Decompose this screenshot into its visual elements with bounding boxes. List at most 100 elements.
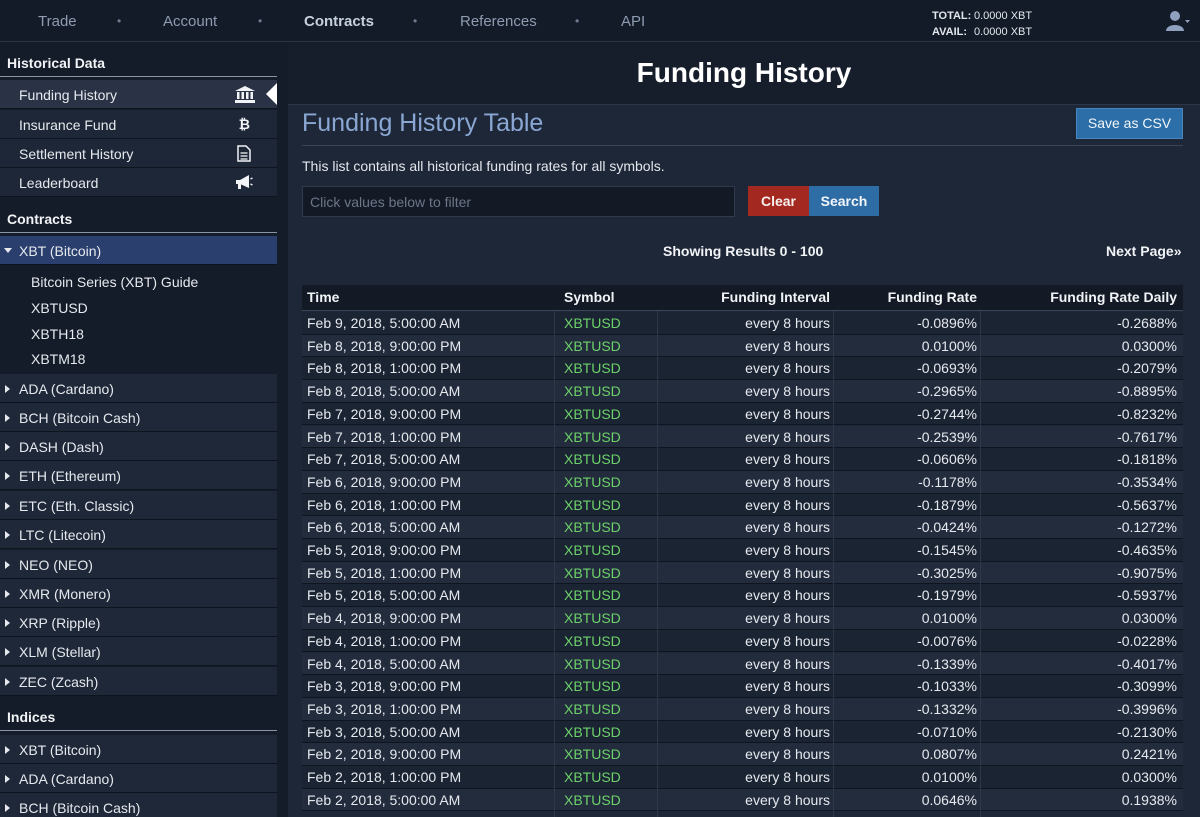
cell-time[interactable]: Feb 7, 2018, 9:00:00 PM — [307, 406, 461, 422]
sidebar-item-xmr[interactable]: XMR (Monero) — [0, 579, 277, 608]
cell-funding-interval[interactable]: every 8 hours — [745, 315, 830, 331]
cell-funding-interval[interactable]: every 8 hours — [745, 633, 830, 649]
cell-time[interactable]: Feb 8, 2018, 1:00:00 PM — [307, 360, 461, 376]
sub-item-xbtm18[interactable]: XBTM18 — [31, 351, 85, 367]
cell-funding-rate[interactable]: -0.0710% — [917, 724, 977, 740]
table-row[interactable]: Feb 3, 2018, 5:00:00 AM XBTUSD every 8 hou… — [302, 720, 1183, 744]
cell-funding-rate-daily[interactable]: -0.3996% — [1117, 701, 1177, 717]
table-row[interactable]: Feb 5, 2018, 9:00:00 PM XBTUSD every 8 hou… — [302, 539, 1183, 562]
sidebar-item-dash[interactable]: DASH (Dash) — [0, 432, 277, 461]
column-header-funding-rate-daily[interactable]: Funding Rate Daily — [1050, 289, 1177, 305]
nav-api[interactable]: API — [621, 13, 645, 30]
cell-symbol[interactable]: XBTUSD — [564, 542, 621, 558]
table-row[interactable]: Feb 7, 2018, 5:00:00 AM XBTUSD every 8 hou… — [302, 448, 1183, 471]
cell-funding-rate-daily[interactable]: -0.4017% — [1117, 656, 1177, 672]
cell-symbol[interactable]: XBTUSD — [564, 701, 621, 717]
cell-symbol[interactable]: XBTUSD — [564, 474, 621, 490]
cell-funding-interval[interactable]: every 8 hours — [745, 406, 830, 422]
cell-funding-rate[interactable]: 0.0807% — [922, 746, 977, 762]
cell-funding-rate[interactable]: -0.0606% — [917, 451, 977, 467]
cell-funding-rate-daily[interactable]: -0.3534% — [1117, 474, 1177, 490]
sidebar-item-index-xbt[interactable]: XBT (Bitcoin) — [0, 735, 277, 764]
sub-item-xbt-guide[interactable]: Bitcoin Series (XBT) Guide — [31, 274, 198, 290]
cell-symbol[interactable]: XBTUSD — [564, 610, 621, 626]
sidebar-item-leaderboard[interactable]: Leaderboard — [0, 168, 277, 197]
cell-time[interactable]: Feb 6, 2018, 1:00:00 PM — [307, 497, 461, 513]
cell-funding-rate[interactable]: -0.2539% — [917, 429, 977, 445]
column-header-funding-rate[interactable]: Funding Rate — [888, 289, 977, 305]
cell-funding-rate-daily[interactable]: -0.1272% — [1117, 519, 1177, 535]
cell-symbol[interactable]: XBTUSD — [564, 360, 621, 376]
sub-item-xbtusd[interactable]: XBTUSD — [31, 300, 88, 316]
cell-funding-rate-daily[interactable]: 0.0300% — [1122, 610, 1177, 626]
cell-time[interactable]: Feb 2, 2018, 1:00:00 PM — [307, 769, 461, 785]
cell-symbol[interactable]: XBTUSD — [564, 792, 621, 808]
column-header-time[interactable]: Time — [307, 289, 339, 305]
cell-time[interactable]: Feb 5, 2018, 9:00:00 PM — [307, 542, 461, 558]
cell-time[interactable]: Feb 2, 2018, 5:00:00 AM — [307, 792, 460, 808]
cell-funding-rate[interactable]: -0.2965% — [917, 383, 977, 399]
table-row[interactable]: Feb 4, 2018, 5:00:00 AM XBTUSD every 8 hou… — [302, 652, 1183, 676]
sidebar-item-index-ada[interactable]: ADA (Cardano) — [0, 764, 277, 793]
table-row[interactable]: Feb 7, 2018, 1:00:00 PM XBTUSD every 8 hou… — [302, 425, 1183, 449]
cell-funding-rate-daily[interactable]: -0.2079% — [1117, 360, 1177, 376]
cell-funding-interval[interactable]: every 8 hours — [745, 656, 830, 672]
table-row[interactable]: Feb 8, 2018, 9:00:00 PM XBTUSD every 8 hou… — [302, 334, 1183, 358]
clear-button[interactable]: Clear — [748, 186, 809, 216]
nav-contracts[interactable]: Contracts — [304, 13, 374, 30]
cell-funding-interval[interactable]: every 8 hours — [745, 746, 830, 762]
sidebar-item-insurance-fund[interactable]: Insurance Fund ₿ — [0, 110, 277, 139]
sidebar-item-zec[interactable]: ZEC (Zcash) — [0, 667, 277, 696]
table-row[interactable]: Feb 5, 2018, 1:00:00 PM XBTUSD every 8 hou… — [302, 561, 1183, 585]
cell-funding-interval[interactable]: every 8 hours — [745, 565, 830, 581]
table-row[interactable]: Feb 5, 2018, 5:00:00 AM XBTUSD every 8 hou… — [302, 584, 1183, 608]
cell-symbol[interactable]: XBTUSD — [564, 656, 621, 672]
column-header-funding-interval[interactable]: Funding Interval — [721, 289, 830, 305]
cell-time[interactable]: Feb 8, 2018, 5:00:00 AM — [307, 383, 460, 399]
cell-funding-rate-daily[interactable]: -0.3099% — [1117, 678, 1177, 694]
cell-funding-rate[interactable]: -0.2744% — [917, 406, 977, 422]
cell-funding-rate[interactable]: -0.1979% — [917, 587, 977, 603]
table-row[interactable]: Feb 6, 2018, 5:00:00 AM XBTUSD every 8 hou… — [302, 516, 1183, 539]
cell-funding-interval[interactable]: every 8 hours — [745, 542, 830, 558]
cell-funding-rate[interactable]: -0.0076% — [917, 633, 977, 649]
cell-funding-rate[interactable]: -0.1339% — [917, 656, 977, 672]
cell-funding-rate[interactable]: -0.3025% — [917, 565, 977, 581]
cell-symbol[interactable]: XBTUSD — [564, 497, 621, 513]
cell-symbol[interactable]: XBTUSD — [564, 724, 621, 740]
cell-time[interactable]: Feb 5, 2018, 1:00:00 PM — [307, 565, 461, 581]
cell-funding-rate[interactable]: 0.0100% — [922, 338, 977, 354]
cell-funding-rate[interactable]: -0.1332% — [917, 701, 977, 717]
cell-symbol[interactable]: XBTUSD — [564, 315, 621, 331]
cell-funding-interval[interactable]: every 8 hours — [745, 429, 830, 445]
cell-symbol[interactable]: XBTUSD — [564, 769, 621, 785]
cell-time[interactable]: Feb 9, 2018, 5:00:00 AM — [307, 315, 460, 331]
sidebar-item-eth[interactable]: ETH (Ethereum) — [0, 461, 277, 490]
nav-references[interactable]: References — [460, 13, 537, 30]
sidebar-item-neo[interactable]: NEO (NEO) — [0, 550, 277, 579]
cell-funding-rate-daily[interactable]: -0.8232% — [1117, 406, 1177, 422]
cell-time[interactable]: Feb 4, 2018, 5:00:00 AM — [307, 656, 460, 672]
cell-symbol[interactable]: XBTUSD — [564, 587, 621, 603]
cell-funding-interval[interactable]: every 8 hours — [745, 451, 830, 467]
cell-symbol[interactable]: XBTUSD — [564, 451, 621, 467]
cell-funding-interval[interactable]: every 8 hours — [745, 769, 830, 785]
cell-funding-interval[interactable]: every 8 hours — [745, 497, 830, 513]
cell-funding-interval[interactable]: every 8 hours — [745, 724, 830, 740]
table-row[interactable]: Feb 8, 2018, 1:00:00 PM XBTUSD every 8 hou… — [302, 357, 1183, 381]
cell-funding-interval[interactable]: every 8 hours — [745, 587, 830, 603]
sidebar-item-bch[interactable]: BCH (Bitcoin Cash) — [0, 403, 277, 432]
cell-symbol[interactable]: XBTUSD — [564, 519, 621, 535]
cell-funding-rate[interactable]: -0.0896% — [917, 315, 977, 331]
cell-funding-rate-daily[interactable]: -0.5637% — [1117, 497, 1177, 513]
cell-symbol[interactable]: XBTUSD — [564, 633, 621, 649]
cell-funding-rate-daily[interactable]: 0.1938% — [1122, 792, 1177, 808]
cell-time[interactable]: Feb 4, 2018, 9:00:00 PM — [307, 610, 461, 626]
cell-symbol[interactable]: XBTUSD — [564, 565, 621, 581]
cell-funding-interval[interactable]: every 8 hours — [745, 610, 830, 626]
next-page-link[interactable]: Next Page» — [1106, 243, 1181, 259]
cell-symbol[interactable]: XBTUSD — [564, 429, 621, 445]
cell-time[interactable]: Feb 2, 2018, 9:00:00 PM — [307, 746, 461, 762]
cell-funding-rate-daily[interactable]: -0.2130% — [1117, 724, 1177, 740]
cell-funding-rate[interactable]: -0.1545% — [917, 542, 977, 558]
